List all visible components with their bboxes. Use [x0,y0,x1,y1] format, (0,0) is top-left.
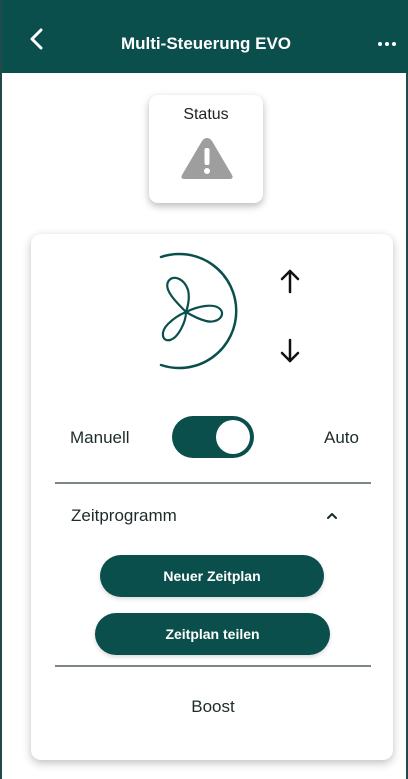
new-schedule-button[interactable]: Neuer Zeitplan [100,555,324,597]
share-schedule-button[interactable]: Zeitplan teilen [95,613,330,655]
app-frame: Multi-Steuerung EVO Status Manuell Auto … [0,0,408,779]
status-label: Status [183,106,229,123]
zeitprogramm-section-header[interactable]: Zeitprogramm [55,500,371,530]
zeitprogramm-label: Zeitprogramm [71,506,177,525]
status-card[interactable]: Status [149,95,263,203]
more-button[interactable] [374,32,400,56]
back-button[interactable] [22,24,52,54]
mode-auto-label: Auto [324,428,359,447]
warning-triangle-icon [180,135,234,186]
mode-manual-label: Manuell [70,428,130,447]
toggle-knob [216,420,250,454]
control-card [31,234,393,760]
chevron-left-icon [30,28,43,50]
page-title: Multi-Steuerung EVO [121,34,291,53]
divider [55,482,371,484]
divider [55,665,371,667]
more-horizontal-icon [378,42,396,46]
chevron-up-icon [325,508,339,526]
arrow-down-icon[interactable] [280,338,300,369]
app-header: Multi-Steuerung EVO [2,0,408,73]
arrow-up-icon[interactable] [280,268,300,299]
fan-icon [156,248,256,379]
mode-toggle[interactable] [172,416,254,458]
boost-button[interactable]: Boost [55,690,371,724]
